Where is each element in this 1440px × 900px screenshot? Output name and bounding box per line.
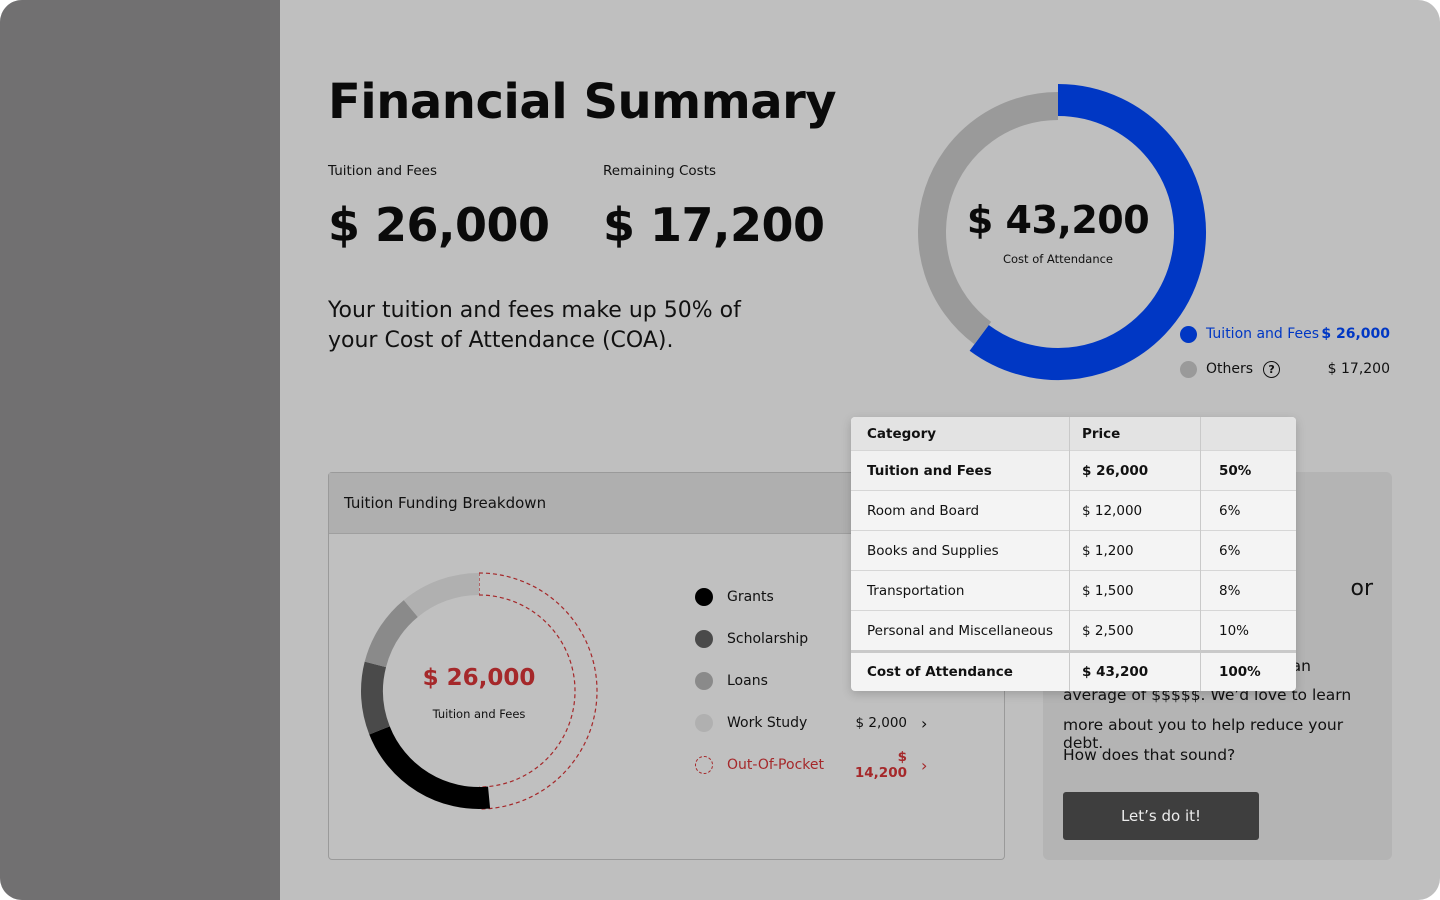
legend-others: Others ? $ 17,200 [1180,358,1390,380]
cost-table: Category Price Tuition and Fees $ 26,000… [851,417,1296,691]
lets-do-it-button[interactable]: Let’s do it! [1063,792,1259,840]
col-header-category: Category [851,417,1070,451]
scholarship-label: Scholarship [727,631,809,647]
cell-percent: 6% [1200,490,1296,531]
cell-percent: 50% [1200,450,1296,491]
legend-amount-others: $ 17,200 [1327,361,1390,377]
funding-item-out-of-pocket[interactable]: Out-Of-Pocket $ 14,200 › [695,749,995,781]
table-total-row: Cost of Attendance $ 43,200 100% [851,650,1296,691]
coa-donut-center: $ 43,200 Cost of Attendance [908,82,1208,382]
cell-price: $ 1,500 [1069,570,1201,611]
legend-tuition: Tuition and Fees $ 26,000 [1180,323,1390,345]
out-of-pocket-amount: $ 14,200 [854,749,907,781]
cell-price: $ 12,000 [1069,490,1201,531]
help-icon[interactable]: ? [1263,360,1281,378]
out-of-pocket-dot [695,756,713,774]
legend-label-tuition: Tuition and Fees [1206,326,1320,342]
legend-dot-tuition [1180,325,1197,343]
promo-line-4: How does that sound? [1063,746,1236,764]
main-content: Financial Summary Tuition and Fees $ 26,… [280,0,1440,900]
legend-label-others-wrap: Others ? [1206,360,1328,378]
legend-amount-tuition: $ 26,000 [1321,326,1390,342]
work-study-amount: $ 2,000 [855,715,907,731]
funding-total-label: Tuition and Fees [432,707,526,721]
cell-price: $ 26,000 [1069,450,1201,491]
work-study-label: Work Study [727,715,808,731]
cell-category: Personal and Miscellaneous [851,610,1070,652]
col-header-percent [1200,417,1296,451]
table-row: Transportation $ 1,500 8% [851,570,1296,611]
page-title: Financial Summary [328,74,837,130]
cell-percent: 8% [1200,570,1296,611]
coa-total-label: Cost of Attendance [1002,252,1114,266]
app-frame: Financial Summary Tuition and Fees $ 26,… [0,0,1440,900]
cell-percent: 10% [1200,610,1296,652]
loans-dot [695,672,713,690]
remaining-label: Remaining Costs [603,163,717,179]
funding-donut-center: $ 26,000 Tuition and Fees [349,573,609,813]
remaining-value: $ 17,200 [603,198,825,252]
cost-breakdown-popover: Category Price Tuition and Fees $ 26,000… [851,417,1296,691]
tuition-value: $ 26,000 [328,198,550,252]
table-row: Personal and Miscellaneous $ 2,500 10% [851,610,1296,652]
loans-label: Loans [727,673,768,689]
grants-label: Grants [727,589,774,605]
work-study-dot [695,714,713,732]
cell-total-percent: 100% [1200,650,1296,691]
table-row: Tuition and Fees $ 26,000 50% [851,450,1296,491]
chevron-right-icon[interactable]: › [921,756,927,775]
cell-price: $ 2,500 [1069,610,1201,652]
tuition-label: Tuition and Fees [328,163,438,179]
cell-price: $ 1,200 [1069,530,1201,571]
grants-dot [695,588,713,606]
table-row: Books and Supplies $ 1,200 6% [851,530,1296,571]
cell-total-price: $ 43,200 [1069,650,1201,691]
funding-total-value: $ 26,000 [422,665,536,691]
scholarship-dot [695,630,713,648]
cell-total-category: Cost of Attendance [851,650,1070,691]
chevron-right-icon[interactable]: › [921,714,927,733]
summary-description: Your tuition and fees make up 50% of you… [328,298,741,353]
cell-category: Tuition and Fees [851,450,1070,491]
cell-category: Books and Supplies [851,530,1070,571]
table-row: Room and Board $ 12,000 6% [851,490,1296,531]
cell-category: Room and Board [851,490,1070,531]
sidebar [0,0,280,900]
col-header-price: Price [1069,417,1201,451]
legend-dot-others [1180,360,1197,378]
cell-category: Transportation [851,570,1070,611]
cell-percent: 6% [1200,530,1296,571]
coa-donut-chart: $ 43,200 Cost of Attendance [908,82,1208,382]
funding-item-work-study[interactable]: Work Study $ 2,000 › [695,712,995,734]
legend-label-others: Others [1206,361,1254,377]
out-of-pocket-label: Out-Of-Pocket [727,757,824,773]
coa-total-value: $ 43,200 [966,198,1150,242]
